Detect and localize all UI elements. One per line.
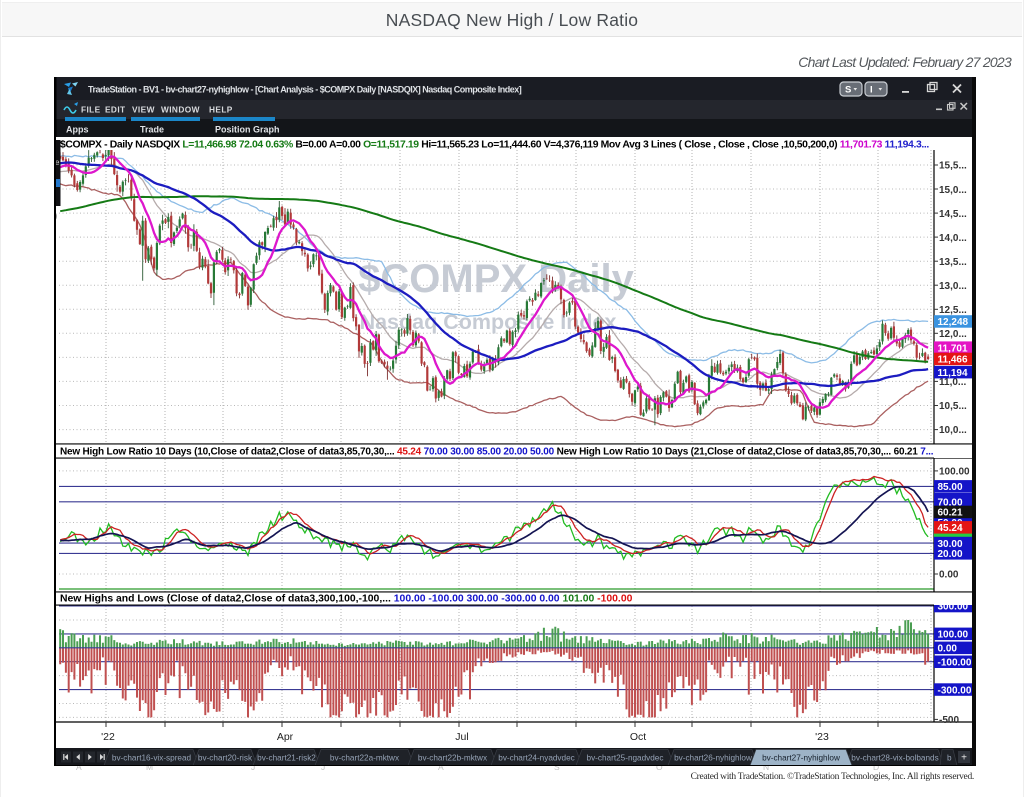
svg-text:-300.00: -300.00 bbox=[938, 685, 972, 696]
svg-text:0.00: 0.00 bbox=[939, 570, 959, 581]
svg-text:Apr: Apr bbox=[277, 731, 294, 743]
svg-text:HELP: HELP bbox=[209, 105, 233, 115]
svg-text:100.00: 100.00 bbox=[938, 630, 969, 641]
svg-text:$COMPX Daily: $COMPX Daily bbox=[358, 257, 634, 301]
svg-text:bv-chart22b-mktwx: bv-chart22b-mktwx bbox=[418, 753, 487, 762]
svg-text:): ) bbox=[54, 211, 57, 222]
svg-text:11,194: 11,194 bbox=[938, 368, 968, 379]
svg-text:12,0...: 12,0... bbox=[939, 329, 967, 340]
svg-text:12,248: 12,248 bbox=[938, 317, 969, 328]
svg-text:14,0...: 14,0... bbox=[939, 233, 967, 244]
svg-text:15,0...: 15,0... bbox=[939, 185, 967, 196]
svg-text:$COMPX - Daily NASDQIX L=11,46: $COMPX - Daily NASDQIX L=11,466.98 72.04… bbox=[60, 140, 929, 151]
svg-text:I: I bbox=[870, 84, 873, 95]
svg-text:WINDOW: WINDOW bbox=[161, 105, 200, 115]
svg-text:bv-chart21-risk2: bv-chart21-risk2 bbox=[257, 753, 316, 762]
svg-text:85.00: 85.00 bbox=[938, 482, 963, 493]
svg-text:Position Graph: Position Graph bbox=[215, 125, 280, 135]
svg-text:Oct: Oct bbox=[630, 731, 646, 743]
svg-text:New High Low Ratio 10 Days (10: New High Low Ratio 10 Days (10,Close of … bbox=[60, 447, 934, 458]
svg-text:100.00: 100.00 bbox=[939, 467, 970, 478]
svg-text:20.00: 20.00 bbox=[938, 549, 963, 560]
svg-text:bv-chart28-vix-bolbands: bv-chart28-vix-bolbands bbox=[851, 753, 938, 762]
svg-text:bv-chart27-nyhighlow: bv-chart27-nyhighlow bbox=[762, 753, 840, 762]
svg-text:VIEW: VIEW bbox=[132, 105, 155, 115]
svg-text:15,5...: 15,5... bbox=[939, 161, 967, 172]
svg-text:10,0...: 10,0... bbox=[939, 425, 967, 436]
svg-text:bv-chart22a-mktwx: bv-chart22a-mktwx bbox=[330, 753, 399, 762]
svg-text:TradeStation - BV1 - bv-chart: TradeStation - BV1 - bv-chart27-nyhighlo… bbox=[88, 85, 522, 95]
svg-text:12,5...: 12,5... bbox=[939, 305, 967, 316]
svg-text:New Highs and Lows (Close of d: New Highs and Lows (Close of data2,Close… bbox=[60, 594, 633, 605]
svg-text:13,5...: 13,5... bbox=[939, 257, 967, 268]
svg-text:13,0...: 13,0... bbox=[939, 281, 967, 292]
svg-text:Trade: Trade bbox=[140, 125, 164, 135]
svg-text:bv-chart16-vix-spread: bv-chart16-vix-spread bbox=[112, 753, 192, 762]
svg-text:EDIT: EDIT bbox=[105, 105, 126, 115]
svg-text:+: + bbox=[961, 753, 967, 764]
svg-text:-500: -500 bbox=[939, 715, 959, 726]
svg-text:-100.00: -100.00 bbox=[938, 657, 972, 668]
svg-text:'22: '22 bbox=[101, 731, 115, 743]
svg-text:11,466: 11,466 bbox=[938, 355, 968, 366]
svg-text:60.21: 60.21 bbox=[938, 508, 963, 519]
svg-text:45.24: 45.24 bbox=[938, 523, 963, 534]
svg-text:10,5...: 10,5... bbox=[939, 401, 967, 412]
svg-text:bv-chart26-nyhighlow: bv-chart26-nyhighlow bbox=[674, 753, 752, 762]
svg-text:bv-chart24-nyadvdec: bv-chart24-nyadvdec bbox=[498, 753, 574, 762]
svg-text:e: e bbox=[55, 158, 60, 167]
svg-text:0.00: 0.00 bbox=[938, 644, 958, 655]
svg-text:FILE: FILE bbox=[81, 105, 101, 115]
svg-text:Apps: Apps bbox=[66, 125, 89, 135]
svg-text:bv-chart20-risk: bv-chart20-risk bbox=[198, 753, 253, 762]
svg-text:S: S bbox=[845, 84, 851, 95]
svg-text:14,5...: 14,5... bbox=[939, 209, 967, 220]
svg-text:'23: '23 bbox=[815, 731, 829, 743]
svg-text:bv-chart25-ngadvdec: bv-chart25-ngadvdec bbox=[587, 753, 664, 762]
svg-text:Jul: Jul bbox=[455, 731, 468, 743]
svg-text:b: b bbox=[947, 753, 952, 762]
